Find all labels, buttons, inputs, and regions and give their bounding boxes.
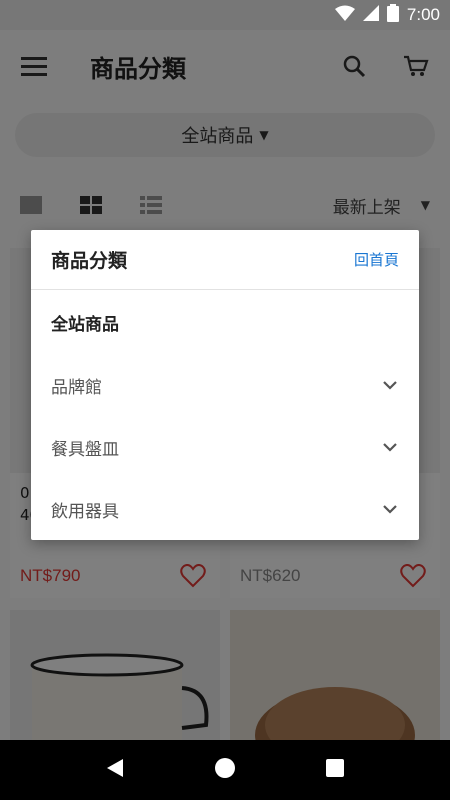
battery-icon xyxy=(386,4,399,26)
status-time: 7:00 xyxy=(406,5,440,24)
chevron-down-icon[interactable] xyxy=(381,376,399,394)
status-bar: 7:00 xyxy=(0,0,450,30)
category-item-all[interactable]: 全站商品 xyxy=(31,290,419,354)
chevron-down-icon[interactable] xyxy=(381,500,399,518)
dialog-title: 商品分類 xyxy=(51,250,128,272)
category-item-tableware[interactable]: 餐具盤皿 xyxy=(31,416,419,478)
category-label: 飲用器具 xyxy=(51,501,119,522)
category-dialog: 商品分類 回首頁 全站商品 品牌館 餐具盤皿 飲用器具 xyxy=(31,230,419,540)
category-label: 餐具盤皿 xyxy=(51,439,119,460)
home-link[interactable]: 回首頁 xyxy=(354,249,399,270)
chevron-down-icon[interactable] xyxy=(381,438,399,456)
system-nav-bar xyxy=(0,740,450,800)
home-icon[interactable] xyxy=(214,757,236,783)
category-label: 品牌館 xyxy=(51,377,102,398)
category-item-drinkware[interactable]: 飲用器具 xyxy=(31,478,419,540)
back-icon[interactable] xyxy=(105,757,125,783)
category-label: 全站商品 xyxy=(51,314,119,335)
category-item-brand[interactable]: 品牌館 xyxy=(31,354,419,416)
signal-icon xyxy=(362,5,379,25)
dialog-header: 商品分類 回首頁 xyxy=(31,230,419,290)
recents-icon[interactable] xyxy=(325,758,345,782)
wifi-icon xyxy=(334,5,355,25)
